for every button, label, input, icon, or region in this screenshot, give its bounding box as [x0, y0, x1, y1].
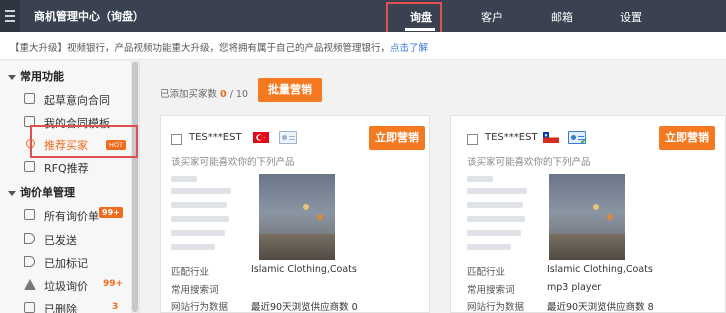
tab-mailbox[interactable]: 邮箱	[551, 9, 573, 25]
industry-value: Islamic Clothing,Coats	[547, 264, 653, 275]
sidebar-scroll-thumb[interactable]	[132, 62, 138, 312]
promote-now-button[interactable]: 立即营销	[369, 126, 425, 150]
select-checkbox[interactable]	[467, 134, 478, 145]
industry-label: 匹配行业	[171, 267, 210, 278]
edit-icon	[24, 93, 35, 104]
search-terms-value: mp3 player	[547, 282, 602, 293]
collapse-icon	[8, 74, 16, 80]
turkey-flag-icon	[253, 132, 269, 143]
batch-marketing-button[interactable]: 批量营销	[258, 78, 322, 102]
blurred-product-text	[171, 174, 243, 258]
industry-label: 匹配行业	[467, 267, 506, 278]
promote-now-button[interactable]: 立即营销	[659, 126, 715, 150]
inbox-icon	[24, 209, 35, 220]
unread-badge: 99+	[99, 207, 123, 218]
flag-icon	[24, 256, 35, 267]
notice-text: 【重大升级】视频银行，产品视频功能重大升级，您将拥有属于自己的产品视频管理银行，…	[10, 40, 428, 54]
behavior-value: 最近90天浏览供应商数 0	[251, 302, 358, 313]
behavior-value: 最近90天浏览供应商数 8	[547, 302, 654, 313]
buyer-card: TES***EST 立即营销 该买家可能喜欢你的下列产品 匹配行业 Islami…	[160, 115, 430, 313]
warning-icon	[24, 279, 36, 290]
may-like-caption: 该买家可能喜欢你的下列产品	[467, 157, 591, 168]
search-terms-label: 常用搜索词	[171, 285, 219, 296]
may-like-caption: 该买家可能喜欢你的下列产品	[171, 157, 295, 168]
rfq-icon	[24, 161, 35, 172]
verified-check-icon: ✔	[580, 137, 588, 147]
sidebar-group-inquiry[interactable]: 询价单管理	[8, 184, 75, 200]
blurred-product-text	[467, 174, 539, 258]
sidebar-group-common[interactable]: 常用功能	[8, 68, 64, 84]
menu-icon[interactable]	[0, 0, 20, 32]
trash-icon	[24, 302, 35, 313]
send-icon	[24, 233, 35, 244]
product-image[interactable]	[549, 174, 625, 260]
product-image[interactable]	[259, 174, 335, 260]
added-buyers-count: 已添加买家数 0 / 10	[160, 89, 249, 100]
top-bar: 商机管理中心（询盘） 询盘 客户 邮箱 设置	[0, 0, 726, 32]
app-title: 商机管理中心（询盘）	[34, 10, 144, 23]
select-checkbox[interactable]	[171, 134, 182, 145]
buyer-card: TES***EST ✔ 立即营销 该买家可能喜欢你的下列产品 匹配行业 Isla…	[450, 115, 726, 313]
notice-message: 【重大升级】视频银行，产品视频功能重大升级，您将拥有属于自己的产品视频管理银行，	[10, 43, 391, 54]
deleted-count: 3	[112, 302, 119, 312]
buyer-name: TES***EST	[485, 132, 538, 143]
search-terms-label: 常用搜索词	[467, 285, 515, 296]
chile-flag-icon	[543, 132, 559, 143]
highlight-box-sidebar	[30, 125, 138, 158]
spam-count: 99+	[103, 279, 124, 289]
behavior-label: 网站行为数据	[171, 302, 229, 313]
buyer-name: TES***EST	[189, 132, 242, 143]
id-card-icon	[279, 131, 297, 144]
collapse-icon	[8, 190, 16, 196]
tab-settings[interactable]: 设置	[620, 9, 642, 25]
notice-bar: 【重大升级】视频银行，产品视频功能重大升级，您将拥有属于自己的产品视频管理银行，…	[0, 32, 726, 60]
notice-link[interactable]: 点击了解	[390, 43, 428, 54]
tab-customers[interactable]: 客户	[481, 9, 503, 25]
behavior-label: 网站行为数据	[467, 302, 525, 313]
industry-value: Islamic Clothing,Coats	[251, 264, 357, 275]
